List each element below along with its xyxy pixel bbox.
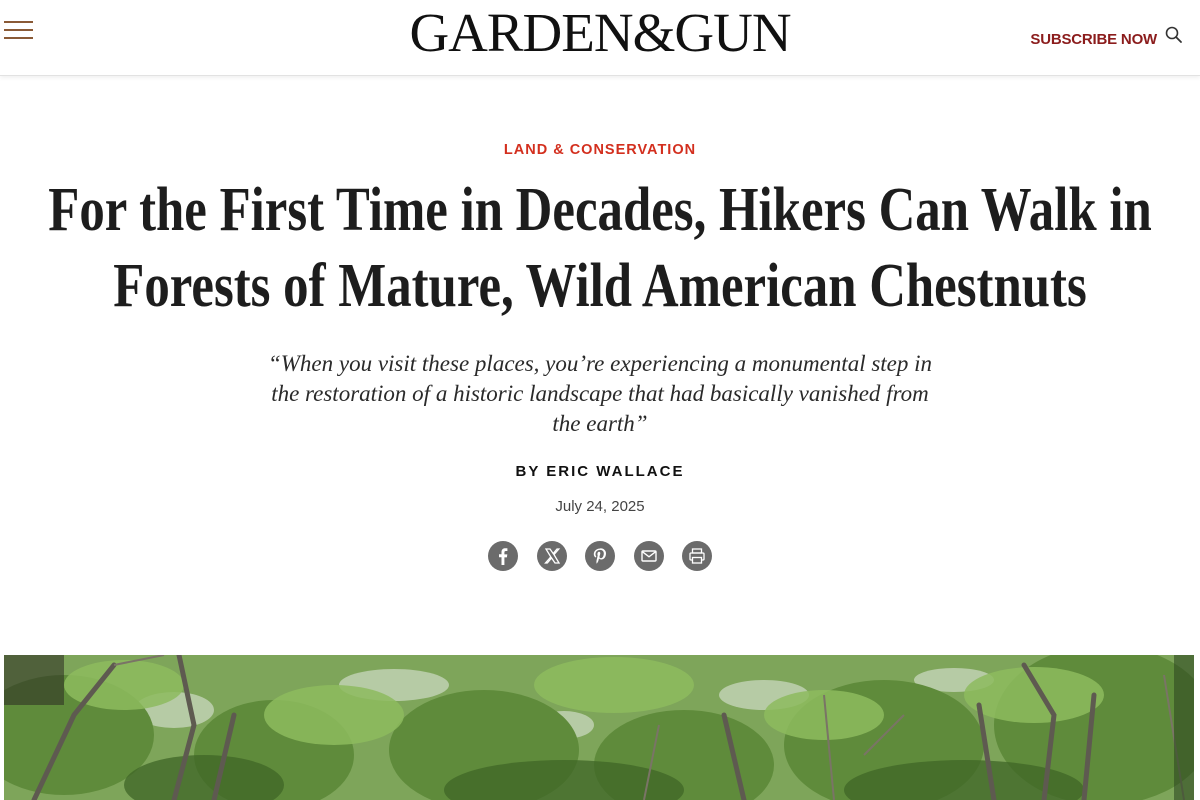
search-icon[interactable] (1164, 25, 1184, 45)
hero-image (4, 655, 1194, 800)
article-byline[interactable]: BY ERIC WALLACE (0, 463, 1200, 480)
headline-container: For the First Time in Decades, Hikers Ca… (0, 172, 1200, 332)
print-icon[interactable] (682, 541, 712, 571)
share-bar (488, 541, 712, 571)
email-icon[interactable] (633, 541, 664, 571)
site-logo[interactable]: GARDEN&GUN (0, 4, 1200, 62)
pinterest-icon[interactable] (585, 541, 615, 571)
facebook-icon[interactable] (488, 541, 518, 571)
site-header: GARDEN&GUN SUBSCRIBE NOW (0, 0, 1200, 76)
subscribe-button[interactable]: SUBSCRIBE NOW (1030, 31, 1157, 48)
article-dek: “When you visit these places, you’re exp… (267, 351, 933, 436)
article-date: July 24, 2025 (555, 498, 645, 515)
x-icon[interactable] (536, 541, 567, 571)
article-headline: For the First Time in Decades, Hikers Ca… (48, 176, 1152, 320)
article-category[interactable]: LAND & CONSERVATION (0, 142, 1200, 158)
